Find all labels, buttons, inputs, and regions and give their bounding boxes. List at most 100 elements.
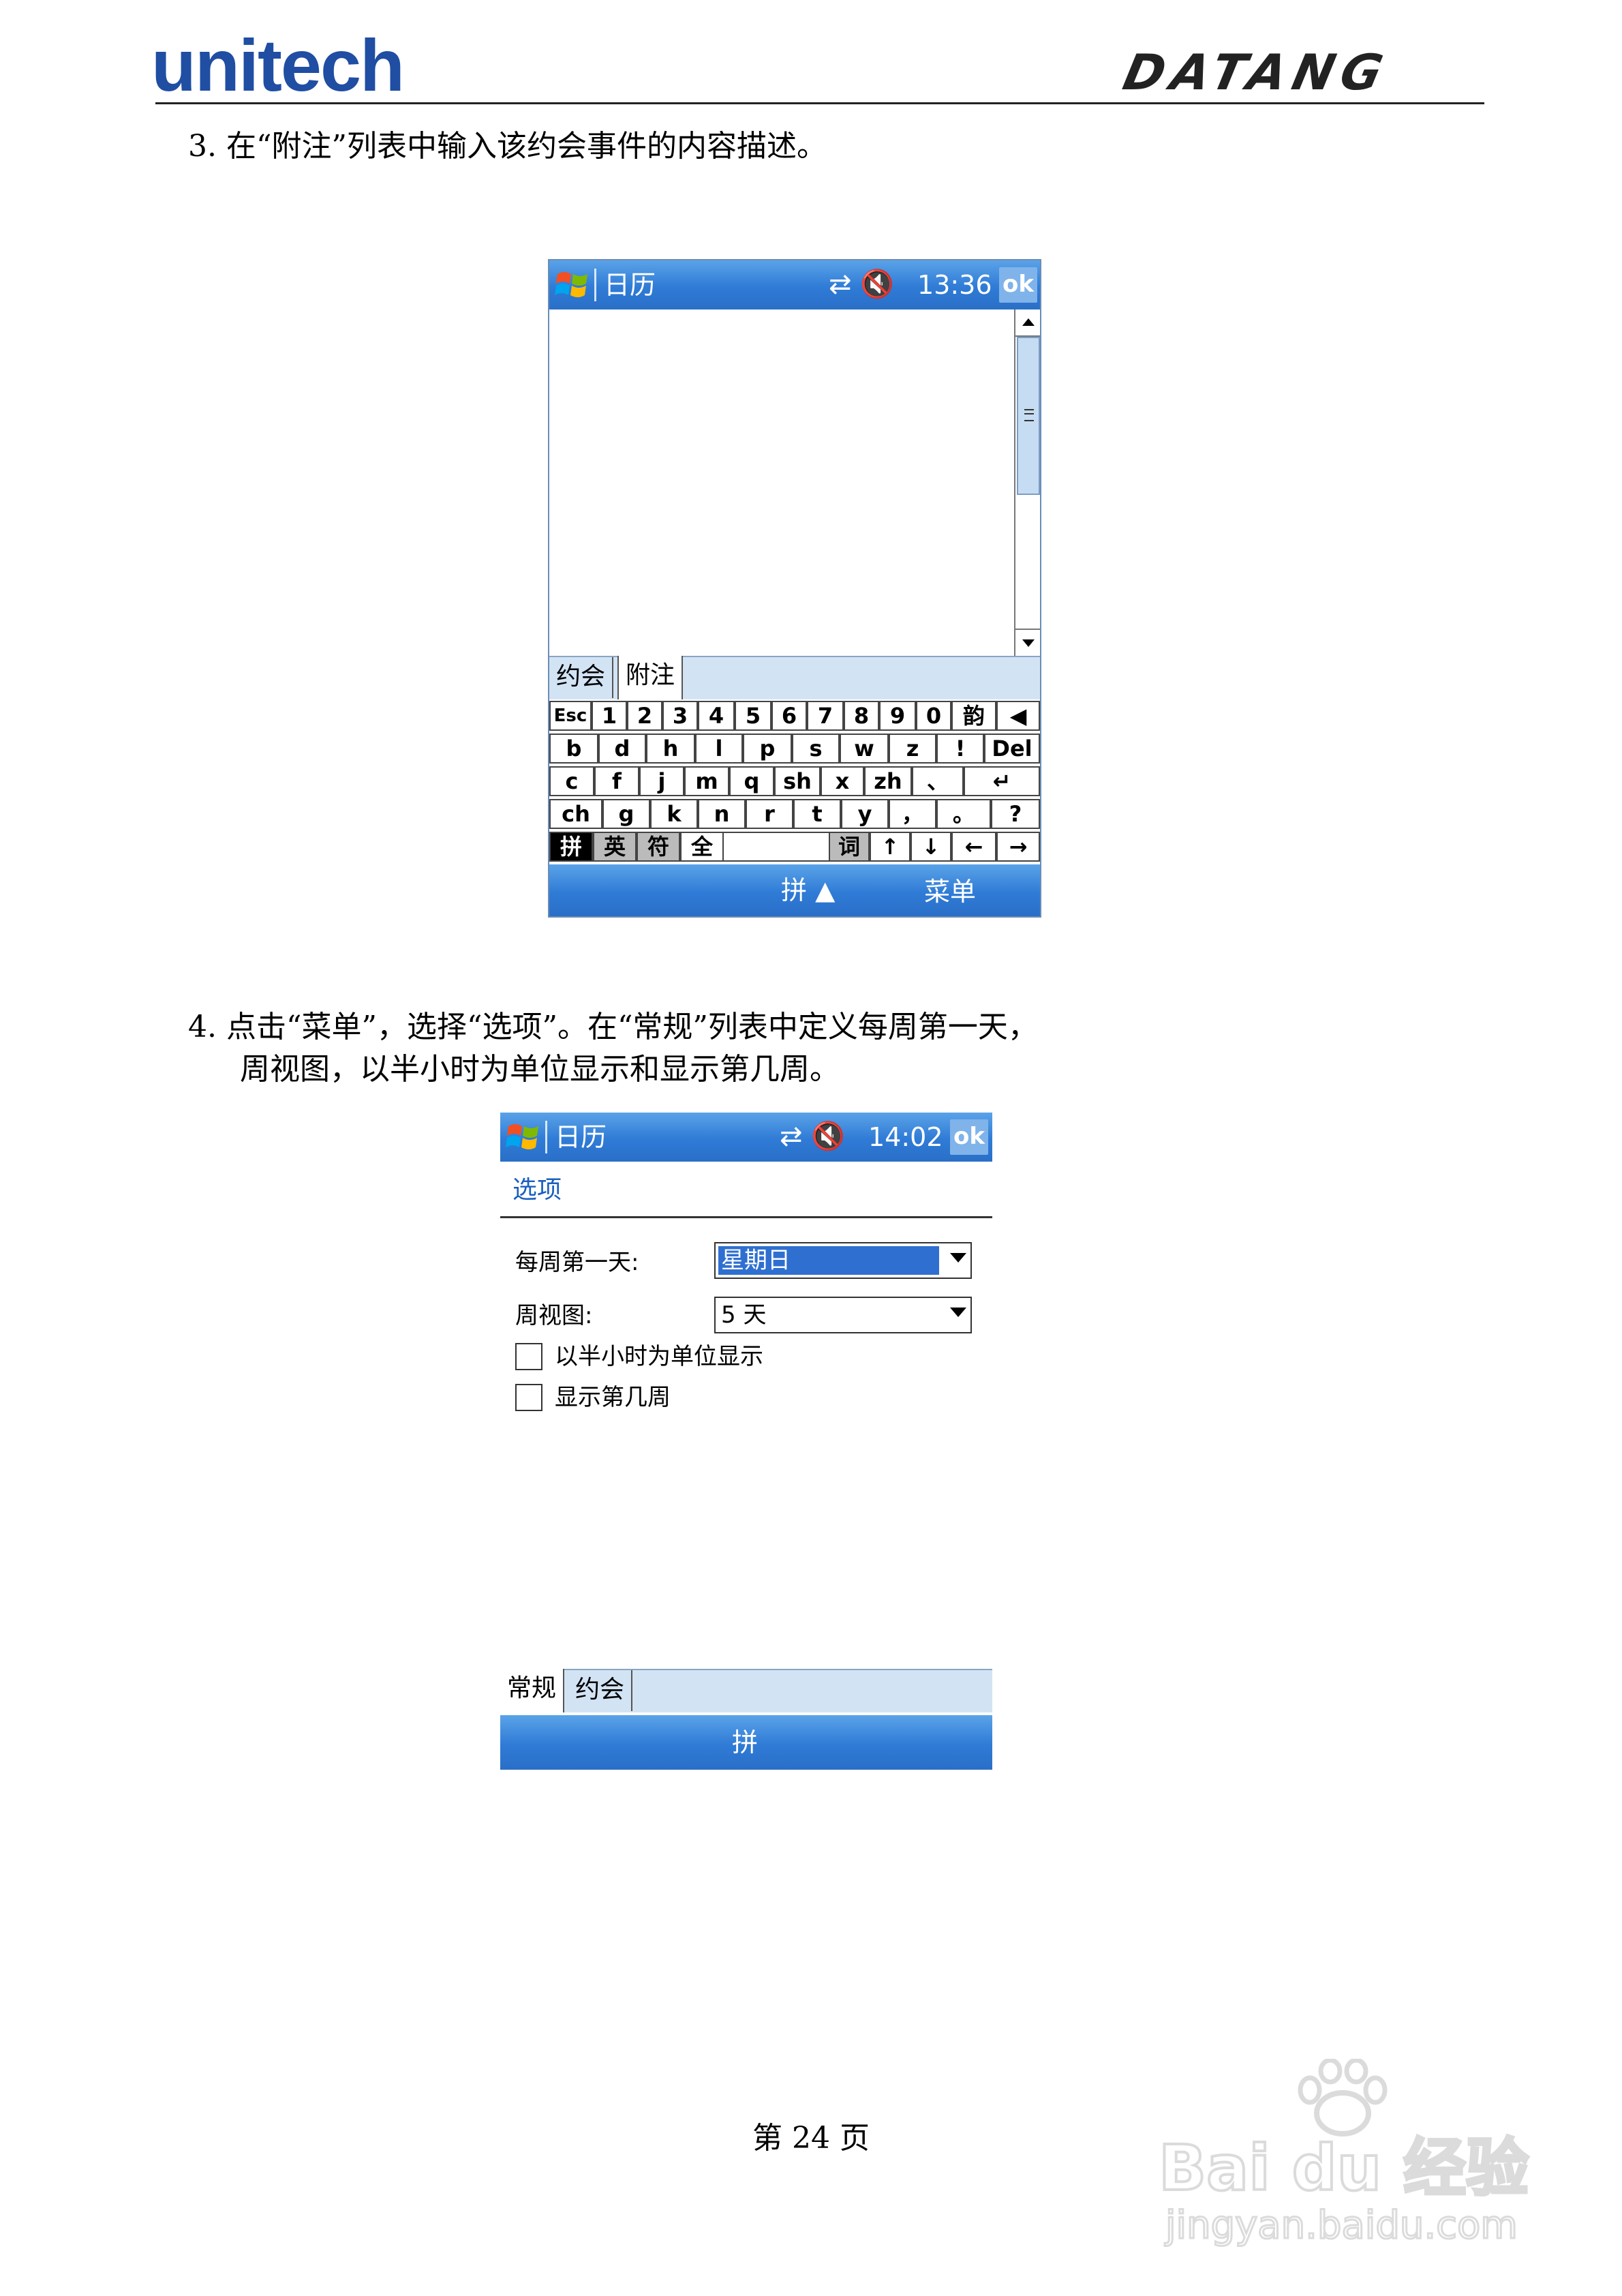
connectivity-volume-icon[interactable]: ⇄ 🔇 <box>829 267 894 301</box>
scroll-down-icon[interactable] <box>1015 629 1040 656</box>
key-h[interactable]: h <box>646 734 695 764</box>
key-right[interactable]: → <box>996 832 1040 862</box>
title-bar: 日历 ⇄ 🔇 13:36 ok <box>549 260 1040 309</box>
menu-button[interactable]: 菜单 <box>924 877 976 907</box>
baidu-watermark: Bai du 经验 jingyan.baidu.com <box>1157 2059 1540 2263</box>
chevron-down-icon[interactable] <box>950 1253 966 1263</box>
tab-strip: 约会 附注 <box>549 656 1040 699</box>
key-4[interactable]: 4 <box>698 701 735 731</box>
key-j[interactable]: j <box>639 766 684 796</box>
calendar-options-screen: 日历 ⇄ 🔇 14:02 ok 选项 每周第一天: 星期日 周视图: 5 天 以… <box>500 1113 992 1774</box>
week-view-label: 周视图: <box>515 1302 593 1329</box>
keyboard-row-5: 拼 英 符 全 词 ↑ ↓ ← → <box>549 832 1040 864</box>
key-sh[interactable]: sh <box>774 766 821 796</box>
tab-notes[interactable]: 附注 <box>617 656 684 699</box>
key-y[interactable]: y <box>841 799 889 829</box>
title-separator <box>545 1121 547 1153</box>
key-6[interactable]: 6 <box>771 701 807 731</box>
week-number-checkbox[interactable] <box>515 1384 542 1411</box>
key-t[interactable]: t <box>793 799 841 829</box>
key-period[interactable]: 。 <box>936 799 991 829</box>
key-7[interactable]: 7 <box>807 701 844 731</box>
menu-bar: 拼 ▲ 菜单 <box>549 864 1040 916</box>
key-g[interactable]: g <box>602 799 650 829</box>
tab-appointment[interactable]: 约会 <box>568 1670 633 1711</box>
watermark-url: jingyan.baidu.com <box>1165 2203 1519 2249</box>
clock[interactable]: 13:36 <box>917 270 992 300</box>
key-p[interactable]: p <box>743 734 792 764</box>
key-symbol[interactable]: 符 <box>637 832 680 862</box>
key-m[interactable]: m <box>684 766 729 796</box>
notes-text-area[interactable] <box>549 309 1014 656</box>
key-enter[interactable]: ↵ <box>964 766 1040 796</box>
key-k[interactable]: k <box>650 799 698 829</box>
input-method-button[interactable]: 拼 <box>732 1727 758 1757</box>
key-word[interactable]: 词 <box>829 832 870 862</box>
key-rhyme[interactable]: 韵 <box>951 701 996 731</box>
key-0[interactable]: 0 <box>916 701 951 731</box>
key-backspace[interactable]: ◀ <box>996 701 1040 731</box>
step-4-line-1: 4. 点击“菜单”，选择“选项”。在“常规”列表中定义每周第一天， <box>188 1010 1038 1044</box>
key-down[interactable]: ↓ <box>911 832 951 862</box>
keyboard-row-4: ch g k n r t y ， 。 ? <box>549 799 1040 832</box>
key-fullwidth[interactable]: 全 <box>680 832 724 862</box>
windows-start-icon[interactable] <box>506 1119 541 1155</box>
key-question[interactable]: ? <box>991 799 1040 829</box>
ok-button[interactable]: ok <box>950 1119 988 1155</box>
key-exclaim[interactable]: ! <box>936 734 984 764</box>
soft-keyboard: Esc 1 2 3 4 5 6 7 8 9 0 韵 ◀ b d h l p s … <box>549 699 1040 864</box>
key-r[interactable]: r <box>746 799 793 829</box>
key-9[interactable]: 9 <box>879 701 916 731</box>
first-day-dropdown[interactable]: 星期日 <box>714 1242 972 1279</box>
key-d[interactable]: d <box>598 734 646 764</box>
app-title: 日历 <box>604 270 656 300</box>
key-5[interactable]: 5 <box>735 701 771 731</box>
key-up[interactable]: ↑ <box>870 832 911 862</box>
key-z[interactable]: z <box>889 734 936 764</box>
key-q[interactable]: q <box>729 766 774 796</box>
half-hour-checkbox[interactable] <box>515 1343 542 1370</box>
scrollbar[interactable] <box>1014 309 1040 656</box>
key-x[interactable]: x <box>821 766 864 796</box>
datang-logo: DATANG <box>1118 44 1395 101</box>
key-english[interactable]: 英 <box>593 832 637 862</box>
scroll-up-icon[interactable] <box>1015 309 1040 337</box>
tab-appointment[interactable]: 约会 <box>549 657 614 698</box>
app-title: 日历 <box>555 1122 607 1152</box>
key-pinyin[interactable]: 拼 <box>549 832 593 862</box>
key-zh[interactable]: zh <box>864 766 912 796</box>
key-del[interactable]: Del <box>984 734 1040 764</box>
keyboard-row-1: Esc 1 2 3 4 5 6 7 8 9 0 韵 ◀ <box>549 701 1040 734</box>
key-ch[interactable]: ch <box>549 799 602 829</box>
key-n[interactable]: n <box>698 799 746 829</box>
key-f[interactable]: f <box>594 766 639 796</box>
step-3-text: 3. 在“附注”列表中输入该约会事件的内容描述。 <box>188 129 827 164</box>
ok-button[interactable]: ok <box>999 267 1037 303</box>
keyboard-row-3: c f j m q sh x zh 、 ↵ <box>549 766 1040 799</box>
key-left[interactable]: ← <box>951 832 996 862</box>
scroll-thumb[interactable] <box>1017 337 1040 495</box>
key-dun-comma[interactable]: 、 <box>912 766 964 796</box>
key-1[interactable]: 1 <box>592 701 627 731</box>
chevron-down-icon[interactable] <box>950 1308 966 1317</box>
key-b[interactable]: b <box>549 734 598 764</box>
key-3[interactable]: 3 <box>662 701 698 731</box>
tab-general[interactable]: 常规 <box>500 1669 565 1712</box>
key-w[interactable]: w <box>840 734 889 764</box>
connectivity-volume-icon[interactable]: ⇄ 🔇 <box>780 1119 845 1153</box>
calendar-notes-screen: 日历 ⇄ 🔇 13:36 ok 约会 附注 Esc 1 2 3 4 5 6 7 … <box>548 259 1041 918</box>
menu-bar: 拼 <box>500 1715 992 1770</box>
windows-start-icon[interactable] <box>555 267 590 303</box>
key-s[interactable]: s <box>792 734 840 764</box>
first-day-label: 每周第一天: <box>515 1249 639 1276</box>
key-2[interactable]: 2 <box>627 701 662 731</box>
clock[interactable]: 14:02 <box>868 1122 943 1152</box>
key-8[interactable]: 8 <box>844 701 879 731</box>
input-method-toggle[interactable]: 拼 ▲ <box>781 875 835 905</box>
week-view-dropdown[interactable]: 5 天 <box>714 1297 972 1333</box>
key-l[interactable]: l <box>695 734 743 764</box>
key-space[interactable] <box>724 832 829 862</box>
key-esc[interactable]: Esc <box>549 701 592 731</box>
key-comma[interactable]: ， <box>889 799 936 829</box>
key-c[interactable]: c <box>549 766 594 796</box>
